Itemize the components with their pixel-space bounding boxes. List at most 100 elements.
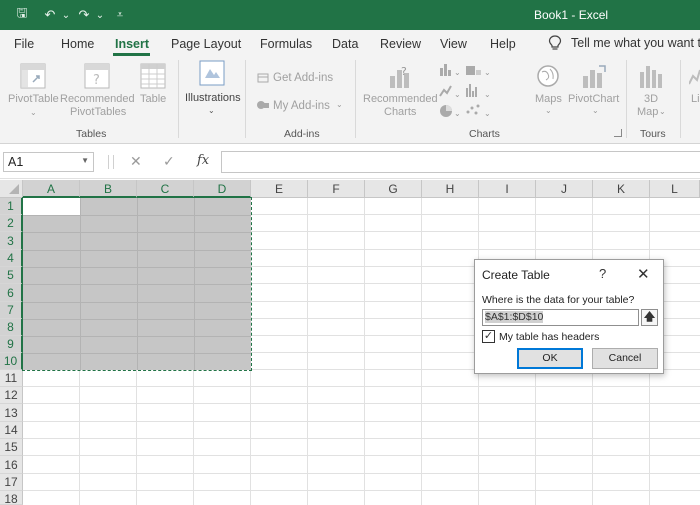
sparkline-icon[interactable] <box>689 62 700 90</box>
headers-checkbox-label[interactable]: My table has headers <box>499 331 599 343</box>
save-icon[interactable]: 🖫 <box>14 5 30 23</box>
row-header[interactable]: 7 <box>0 302 23 319</box>
my-addins-icon[interactable] <box>256 99 270 111</box>
column-header[interactable]: G <box>365 180 422 198</box>
row-header[interactable]: 11 <box>0 370 23 387</box>
tell-me-search[interactable]: Tell me what you want to <box>548 35 700 51</box>
get-addins-button[interactable]: Get Add-ins <box>273 72 333 85</box>
column-header[interactable]: I <box>479 180 536 198</box>
tab-help[interactable]: Help <box>490 37 516 51</box>
pivotchart-icon[interactable] <box>580 62 608 90</box>
tab-file[interactable]: File <box>14 37 34 51</box>
row-header[interactable]: 10 <box>0 353 23 370</box>
column-header[interactable]: A <box>23 180 80 198</box>
recommended-charts-icon[interactable]: ? <box>386 62 414 90</box>
chevron-down-icon: ⌄ <box>592 106 599 115</box>
maps-label[interactable]: Maps <box>535 93 562 106</box>
row-header[interactable]: 8 <box>0 319 23 336</box>
my-addins-button[interactable]: My Add-ins <box>273 100 330 113</box>
undo-dropdown-icon[interactable]: ⌄ <box>58 7 74 23</box>
column-header[interactable]: C <box>137 180 194 198</box>
recommended-pivottables-label-1[interactable]: Recommended <box>60 93 135 106</box>
column-header[interactable]: B <box>80 180 137 198</box>
svg-text:?: ? <box>93 73 100 88</box>
pivottable-icon[interactable] <box>19 62 47 90</box>
row-header[interactable]: 12 <box>0 387 23 404</box>
column-header[interactable]: D <box>194 180 251 198</box>
selection-marquee <box>22 197 252 371</box>
tab-home[interactable]: Home <box>61 37 94 51</box>
customize-toolbar-icon[interactable]: ⩡ <box>112 7 128 23</box>
charts-dialog-launcher-icon[interactable] <box>614 129 622 137</box>
formula-input[interactable] <box>221 151 700 173</box>
svg-text:?: ? <box>401 65 407 78</box>
insert-function-icon[interactable]: fx <box>197 153 209 168</box>
row-header[interactable]: 5 <box>0 267 23 284</box>
recommended-charts-label-2[interactable]: Charts <box>384 106 416 119</box>
column-header[interactable]: K <box>593 180 650 198</box>
row-header[interactable]: 16 <box>0 456 23 474</box>
enter-entry-icon[interactable]: ✓ <box>163 153 175 170</box>
illustrations-label[interactable]: Illustrations <box>185 92 241 105</box>
help-icon[interactable]: ? <box>599 266 606 281</box>
row-header[interactable]: 2 <box>0 215 23 232</box>
ribbon-separator <box>355 60 356 138</box>
tab-data[interactable]: Data <box>332 37 358 51</box>
3d-map-icon[interactable] <box>637 62 665 90</box>
store-icon[interactable] <box>257 71 269 83</box>
3d-map-label-1[interactable]: 3D <box>644 93 658 106</box>
select-all-button[interactable] <box>0 180 23 198</box>
table-label[interactable]: Table <box>140 93 166 106</box>
row-header[interactable]: 18 <box>0 491 23 505</box>
pivottable-label[interactable]: PivotTable <box>8 93 59 106</box>
range-input[interactable]: $A$1:$D$10 <box>482 309 639 326</box>
redo-dropdown-icon[interactable]: ⌄ <box>92 7 108 23</box>
row-header[interactable]: 1 <box>0 198 23 215</box>
cancel-entry-icon[interactable]: ✕ <box>130 153 142 170</box>
row-header[interactable]: 3 <box>0 232 23 250</box>
title-bar: 🖫 ↶ ⌄ ↷ ⌄ ⩡ Book1 - Excel <box>0 0 700 30</box>
column-header[interactable]: E <box>251 180 308 198</box>
table-icon[interactable] <box>140 62 166 90</box>
cancel-button[interactable]: Cancel <box>592 348 658 369</box>
column-header[interactable]: F <box>308 180 365 198</box>
row-header[interactable]: 17 <box>0 474 23 491</box>
pivotchart-label[interactable]: PivotChart <box>568 93 619 106</box>
group-label-tables: Tables <box>76 128 107 140</box>
row-header[interactable]: 9 <box>0 336 23 353</box>
chart-types-icon[interactable]: ⌄ ⌄ ⌄ ⌄ ⌄ ⌄ <box>438 62 496 118</box>
tab-review[interactable]: Review <box>380 37 421 51</box>
chevron-down-icon: ⌄ <box>336 100 343 109</box>
tab-insert[interactable]: Insert <box>115 37 149 51</box>
row-header[interactable]: 6 <box>0 284 23 302</box>
recommended-pivottables-label-2[interactable]: PivotTables <box>70 106 126 119</box>
ok-button[interactable]: OK <box>517 348 583 369</box>
chevron-down-icon: ⌄ <box>30 108 37 117</box>
collapse-dialog-button[interactable]: 🡅 <box>641 309 658 326</box>
tab-formulas[interactable]: Formulas <box>260 37 312 51</box>
3d-map-label-2[interactable]: Map <box>637 106 658 119</box>
tab-view[interactable]: View <box>440 37 467 51</box>
column-header[interactable]: J <box>536 180 593 198</box>
group-label-charts: Charts <box>469 128 500 140</box>
checkmark-icon: ✓ <box>483 330 494 342</box>
name-box[interactable]: A1 ▼ <box>3 152 94 172</box>
recommended-pivottables-icon[interactable]: ? <box>83 62 111 90</box>
lines-label[interactable]: Li <box>691 93 700 106</box>
maps-icon[interactable] <box>536 64 560 88</box>
close-icon[interactable]: ✕ <box>637 265 650 283</box>
column-header[interactable]: L <box>650 180 700 198</box>
column-header[interactable]: H <box>422 180 479 198</box>
row-header[interactable]: 15 <box>0 439 23 456</box>
row-header[interactable]: 4 <box>0 250 23 267</box>
illustrations-icon[interactable] <box>199 60 225 86</box>
undo-icon[interactable]: ↶ <box>42 7 58 23</box>
row-header[interactable]: 13 <box>0 404 23 422</box>
redo-icon[interactable]: ↷ <box>76 7 92 23</box>
recommended-charts-label-1[interactable]: Recommended <box>363 93 438 106</box>
headers-checkbox[interactable]: ✓ <box>482 330 495 343</box>
tab-page-layout[interactable]: Page Layout <box>171 37 241 51</box>
row-header[interactable]: 14 <box>0 422 23 439</box>
gridline <box>23 421 700 422</box>
chevron-down-icon[interactable]: ▼ <box>81 156 89 165</box>
